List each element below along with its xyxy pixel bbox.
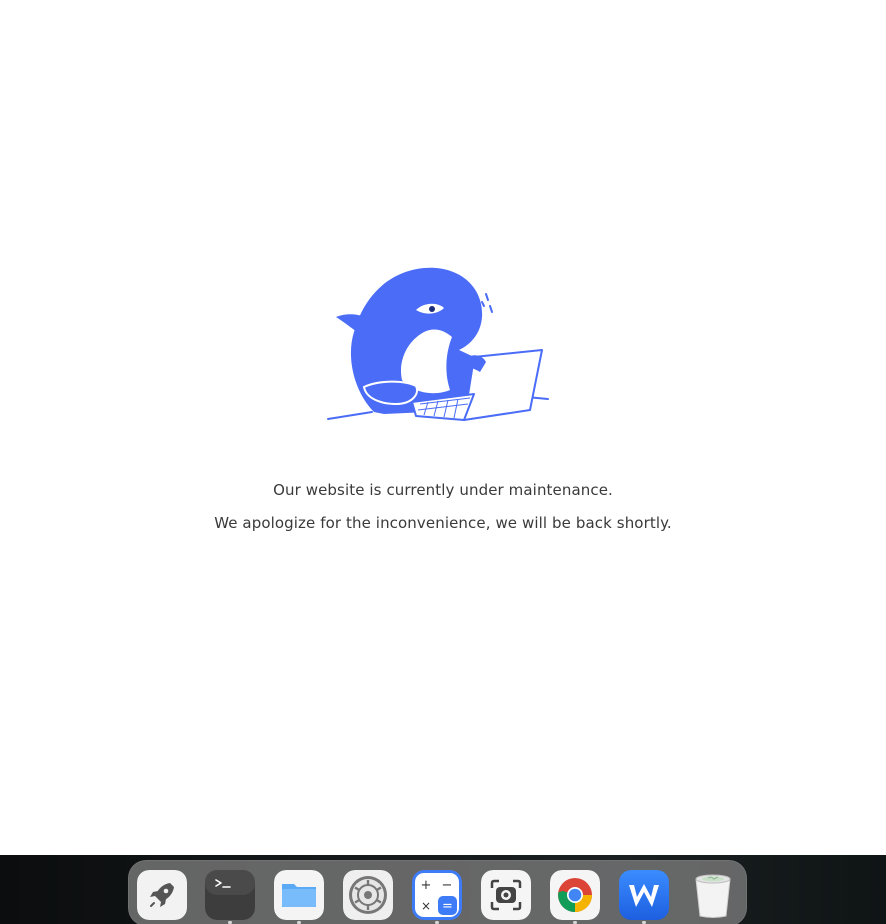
calculator-button[interactable]: + − × = — [412, 870, 462, 920]
rocket-icon — [137, 870, 187, 920]
maintenance-page: Our website is currently under maintenan… — [0, 0, 886, 924]
wps-office-icon — [619, 870, 669, 920]
terminal-button[interactable] — [205, 870, 255, 920]
folder-icon — [274, 870, 324, 920]
files-button[interactable] — [274, 870, 324, 920]
apology-message: We apologize for the inconvenience, we w… — [214, 514, 672, 532]
launcher-button[interactable] — [137, 870, 187, 920]
screenshot-button[interactable] — [481, 870, 531, 920]
settings-button[interactable] — [343, 870, 393, 920]
chrome-icon — [550, 870, 600, 920]
camera-icon — [481, 870, 531, 920]
svg-text:+: + — [421, 878, 432, 893]
orca-laptop-illustration — [324, 262, 554, 427]
trash-icon — [695, 874, 731, 918]
calculator-icon: + − × = — [412, 870, 462, 920]
svg-text:×: × — [421, 899, 431, 913]
trash-button[interactable] — [688, 870, 738, 920]
wps-office-button[interactable] — [619, 870, 669, 920]
svg-text:=: = — [442, 899, 453, 914]
svg-text:−: − — [442, 878, 453, 893]
gear-icon — [343, 870, 393, 920]
terminal-icon — [205, 870, 255, 920]
chrome-button[interactable] — [550, 870, 600, 920]
maintenance-message: Our website is currently under maintenan… — [273, 481, 613, 499]
